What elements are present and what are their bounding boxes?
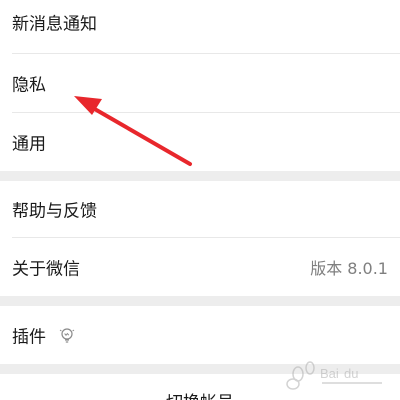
settings-item-label: 新消息通知 (12, 14, 97, 35)
settings-screen: 新消息通知 隐私 通用 帮助与反馈 关于微信 版本 8.0.1 插件 切换帐号 (0, 0, 400, 400)
section-gap (0, 296, 400, 306)
settings-item-about-wechat[interactable]: 关于微信 版本 8.0.1 (0, 238, 400, 296)
settings-item-new-message-notification[interactable]: 新消息通知 (0, 0, 400, 53)
settings-item-label: 插件 (12, 327, 46, 348)
settings-item-label: 关于微信 (12, 259, 80, 280)
baidu-logo-icon: Bai du (286, 361, 382, 390)
svg-text:Bai: Bai (320, 366, 339, 381)
lightbulb-icon (59, 328, 75, 343)
settings-item-label: 通用 (12, 134, 46, 155)
section-gap (0, 171, 400, 181)
version-value: 版本 8.0.1 (310, 259, 388, 278)
settings-item-help-feedback[interactable]: 帮助与反馈 (0, 181, 400, 237)
settings-item-privacy[interactable]: 隐私 (0, 54, 400, 112)
settings-item-label: 帮助与反馈 (12, 201, 97, 222)
settings-item-label: 隐私 (12, 75, 46, 96)
svg-text:du: du (344, 366, 358, 381)
settings-item-general[interactable]: 通用 (0, 113, 400, 171)
